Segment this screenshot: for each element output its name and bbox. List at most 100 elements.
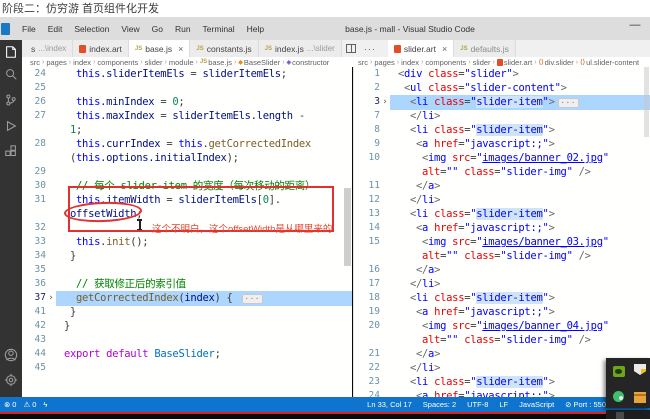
code-line[interactable]: alt="" class="slider-img" /> — [354, 165, 650, 179]
code-line[interactable]: 42} — [22, 319, 352, 333]
search-icon[interactable] — [0, 64, 22, 84]
status-item[interactable]: LF — [499, 400, 508, 409]
code-line[interactable]: 11 </a> — [354, 179, 650, 193]
code-line[interactable]: 27 this.maxIndex = sliderItemEls.length - — [22, 109, 352, 123]
code-line[interactable]: 43 — [22, 333, 352, 347]
nvidia-icon[interactable] — [613, 366, 625, 377]
breadcrumb-item[interactable]: › index — [67, 58, 91, 67]
code-line[interactable]: 9 <a href="javascript:;"> — [354, 137, 650, 151]
tab-close-icon[interactable]: × — [442, 44, 447, 54]
breadcrumb-item[interactable]: › slider.art — [491, 58, 533, 67]
tab-constants-js[interactable]: JS constants.js — [190, 40, 259, 57]
code-line[interactable]: 2 <ul class="slider-content"> — [354, 81, 650, 95]
code-line[interactable]: 12 </li> — [354, 193, 650, 207]
code-line[interactable]: 41} — [22, 305, 352, 319]
extensions-icon[interactable] — [0, 142, 22, 162]
breadcrumb-item[interactable]: › pages — [368, 58, 395, 67]
code-line[interactable]: 37 › getCorrectedIndex(index) { ··· — [22, 290, 352, 306]
breadcrumb-item[interactable]: › pages — [40, 58, 67, 67]
breadcrumb-item[interactable]: › ◈ constructor — [280, 58, 329, 67]
green-app-icon[interactable] — [613, 391, 624, 402]
breadcrumb-item[interactable]: › module — [163, 58, 194, 67]
code-line[interactable]: 45 — [22, 361, 352, 375]
tab-index-art[interactable]: index.art — [73, 40, 129, 57]
code-line[interactable]: 13 <li class="slider-item"> — [354, 207, 650, 221]
minimize-button[interactable]: — — [626, 19, 644, 31]
defender-shield-icon[interactable] — [634, 364, 646, 375]
tab-base-js[interactable]: JS base.js × — [128, 40, 191, 57]
status-item[interactable]: Ln 33, Col 17 — [367, 400, 412, 409]
code-line[interactable]: offsetWidth; — [22, 207, 352, 221]
code-line[interactable]: 28 this.currIndex = this.getCorrectedInde… — [22, 137, 352, 151]
code-line[interactable]: 31 this.itemWidth = sliderItemEls[0]. — [22, 193, 352, 207]
error-icon[interactable]: ⊗ 0 — [4, 400, 16, 409]
breadcrumb-item[interactable]: › ⟨⟩ ul.slider-content — [574, 58, 639, 67]
code-line[interactable]: alt="" class="slider-img" /> — [354, 249, 650, 263]
status-item[interactable]: UTF-8 — [467, 400, 488, 409]
right-editor-scrollbar[interactable] — [644, 67, 649, 137]
tab-index-js[interactable]: JS index.js ...\slider — [258, 40, 342, 57]
source-control-icon[interactable] — [0, 90, 22, 110]
explorer-icon[interactable] — [0, 42, 22, 62]
left-editor-scrollbar[interactable] — [344, 188, 351, 266]
status-item[interactable]: Spaces: 2 — [423, 400, 456, 409]
breadcrumb-item[interactable]: › components — [91, 58, 138, 67]
code-line[interactable]: 19 <a href="javascript:;"> — [354, 305, 650, 319]
menu-item-terminal[interactable]: Terminal — [197, 22, 241, 36]
code-line[interactable]: 1 <div class="slider"> — [354, 67, 650, 81]
tab-slider-art[interactable]: slider.art × — [387, 40, 455, 57]
orange-file-icon[interactable] — [634, 392, 646, 403]
menu-item-view[interactable]: View — [115, 22, 145, 36]
split-editor-icon[interactable] — [345, 44, 356, 53]
code-line[interactable]: 10 <img src="images/banner_02.jpg" — [354, 151, 650, 165]
breadcrumb-item[interactable]: › ⟨⟩ div.slider — [532, 58, 573, 67]
code-line[interactable]: 24 this.sliderItemEls = sliderItemEls; — [22, 67, 352, 81]
menu-item-selection[interactable]: Selection — [68, 22, 115, 36]
code-line[interactable]: alt="" class="slider-img" /> — [354, 333, 650, 347]
code-line[interactable]: 20 <img src="images/banner_04.jpg" — [354, 319, 650, 333]
code-line[interactable]: 33 this.init(); — [22, 235, 352, 249]
settings-gear-icon[interactable] — [0, 370, 22, 390]
code-line[interactable]: 16 </a> — [354, 263, 650, 277]
code-line[interactable]: (this.options.initialIndex); — [22, 151, 352, 165]
breadcrumb-item[interactable]: › index — [395, 58, 419, 67]
code-line[interactable]: 8 <li class="slider-item"> — [354, 123, 650, 137]
menu-item-file[interactable]: File — [16, 22, 42, 36]
run-debug-icon[interactable] — [0, 116, 22, 136]
code-line[interactable]: 25 — [22, 81, 352, 95]
code-line[interactable]: 18 <li class="slider-item"> — [354, 291, 650, 305]
code-line[interactable]: 3 › <li class="slider-item"> ··· — [354, 94, 650, 110]
breadcrumb-item[interactable]: › components — [419, 58, 466, 67]
code-line[interactable]: 7 </li> — [354, 109, 650, 123]
menu-item-go[interactable]: Go — [146, 22, 169, 36]
code-line[interactable]: 15 <img src="images/banner_03.jpg" — [354, 235, 650, 249]
fold-chevron-icon[interactable]: › — [46, 291, 56, 305]
code-line[interactable]: 34} — [22, 249, 352, 263]
more-actions-icon[interactable]: ··· — [360, 44, 380, 54]
tray-mini-icon[interactable] — [616, 412, 624, 419]
code-line[interactable]: 35 — [22, 263, 352, 277]
status-item[interactable]: ⊘ Port : 550 — [565, 400, 606, 409]
menu-item-help[interactable]: Help — [241, 22, 270, 36]
menu-item-edit[interactable]: Edit — [42, 22, 69, 36]
breadcrumb-item[interactable]: › slider — [138, 58, 162, 67]
code-line[interactable]: 17 </li> — [354, 277, 650, 291]
fold-chevron-icon[interactable]: › — [380, 95, 390, 109]
code-line[interactable]: 44 export default BaseSlider; — [22, 347, 352, 361]
breadcrumb-item[interactable]: src — [30, 58, 40, 67]
code-line[interactable]: 36 // 获取修正后的索引值 — [22, 277, 352, 291]
code-line[interactable]: 14 <a href="javascript:;"> — [354, 221, 650, 235]
breadcrumb-item[interactable]: › JS base.js — [194, 58, 232, 67]
warning-icon[interactable]: ⚠ 0 — [23, 400, 36, 409]
code-line[interactable]: 30 // 每个 slider-item 的宽度（每次移动的距离） — [22, 179, 352, 193]
tab-s[interactable]: s ...\index — [22, 40, 74, 57]
code-line[interactable]: 29 — [22, 165, 352, 179]
account-icon[interactable] — [0, 345, 22, 365]
breadcrumb-item[interactable]: › ◆ BaseSlider — [232, 58, 280, 67]
breadcrumb-item[interactable]: › slider — [466, 58, 490, 67]
menu-item-run[interactable]: Run — [169, 22, 197, 36]
code-line[interactable]: 1; — [22, 123, 352, 137]
code-line[interactable]: 26 this.minIndex = 0; — [22, 95, 352, 109]
status-item[interactable]: JavaScript — [519, 400, 554, 409]
bolt-icon[interactable]: ϟ — [43, 400, 47, 409]
